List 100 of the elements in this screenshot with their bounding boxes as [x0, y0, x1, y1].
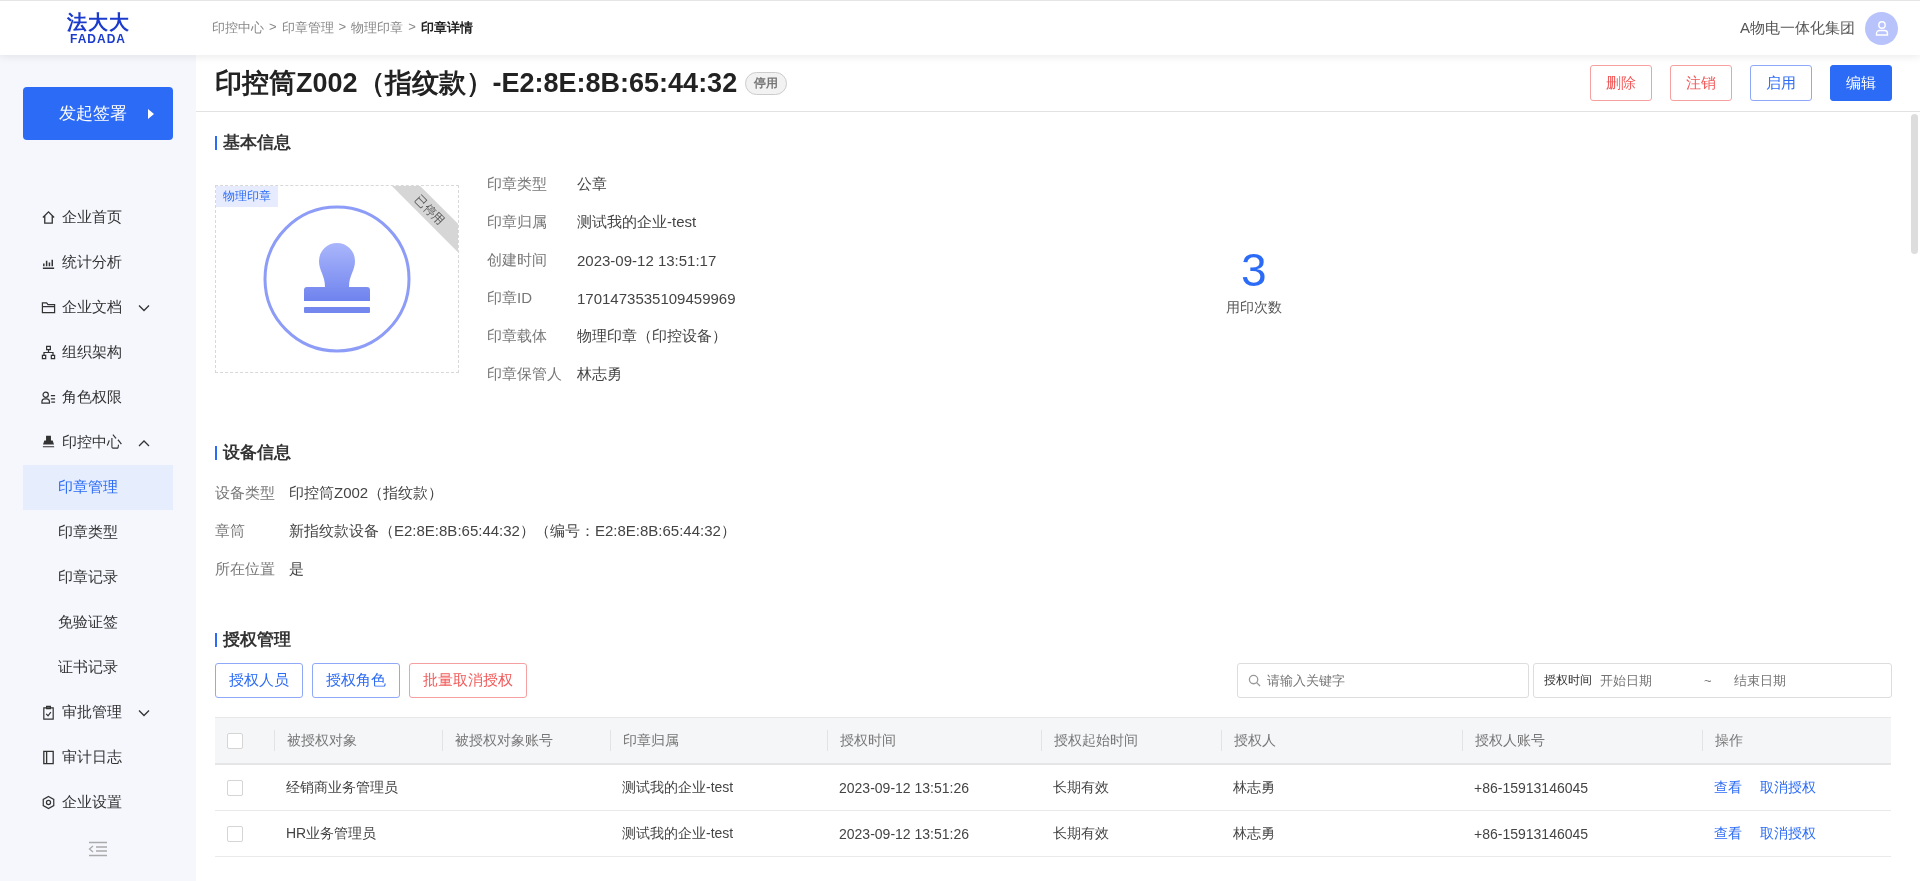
chevron-down-icon: [138, 708, 150, 717]
table-cell: 长期有效: [1053, 778, 1109, 797]
field-value: 公章: [577, 175, 607, 194]
field-value: 2023-09-12 13:51:17: [577, 252, 717, 269]
action-button[interactable]: 编辑: [1830, 65, 1892, 101]
column-header: 授权起始时间: [1054, 731, 1138, 750]
action-link[interactable]: 查看: [1714, 824, 1742, 843]
page-title: 印控筒Z002（指纹款）-E2:8E:8B:65:44:32: [215, 67, 738, 100]
nav-item[interactable]: 统计分析: [23, 240, 173, 285]
breadcrumb-separator: >: [269, 19, 277, 36]
field-label: 印章保管人: [487, 365, 563, 384]
usage-label: 用印次数: [1225, 299, 1282, 317]
avatar[interactable]: [1865, 11, 1898, 45]
table-cell: 长期有效: [1053, 824, 1109, 843]
toolbar-button[interactable]: 批量取消授权: [409, 663, 527, 698]
company-name[interactable]: A物电一体化集团: [1740, 18, 1855, 38]
checkbox[interactable]: [227, 779, 243, 796]
field-label: 所在位置: [215, 560, 276, 579]
table-cell: 测试我的企业-test: [622, 824, 734, 843]
action-button[interactable]: 启用: [1750, 65, 1812, 101]
action-link[interactable]: 查看: [1714, 778, 1742, 797]
checkbox[interactable]: [227, 732, 243, 749]
book-icon: [41, 750, 56, 765]
end-date-field[interactable]: 结束日期: [1731, 672, 1832, 689]
toolbar-button[interactable]: 授权角色: [312, 663, 400, 698]
table-cell: 林志勇: [1233, 824, 1275, 843]
nav-item[interactable]: 审批管理: [23, 690, 173, 735]
nav-subitem[interactable]: 印章记录: [23, 555, 173, 600]
field-label: 印章归属: [487, 213, 548, 232]
field-value: 物理印章（印控设备）: [577, 327, 727, 346]
usage-count: 3: [1240, 247, 1267, 293]
field-value: 印控筒Z002（指纹款）: [289, 484, 444, 503]
logo-title: 法大大: [66, 11, 130, 32]
table-cell: 林志勇: [1233, 778, 1275, 797]
column-header: 操作: [1715, 731, 1743, 750]
seal-tag: 物理印章: [216, 186, 278, 207]
column-header: 印章归属: [623, 731, 679, 750]
org-chart-icon: [41, 345, 56, 360]
caret-icon: [147, 107, 155, 120]
scrollbar[interactable]: [1911, 114, 1918, 254]
start-signing-button[interactable]: 发起签署: [23, 87, 173, 140]
table-cell: +86-15913146045: [1474, 825, 1589, 842]
home-icon: [41, 210, 56, 225]
field-value: 是: [289, 560, 304, 579]
folder-icon: [41, 300, 56, 315]
nav-item[interactable]: 角色权限: [23, 375, 173, 420]
field-label: 授权时间: [1544, 672, 1592, 689]
table-cell: 测试我的企业-test: [622, 778, 734, 797]
nav-subitem[interactable]: 印章类型: [23, 510, 173, 555]
breadcrumb-separator: >: [338, 19, 347, 36]
range-separator: ~: [1704, 673, 1712, 688]
clipboard-icon: [41, 705, 56, 720]
nav-subitem[interactable]: 免验证签: [23, 600, 173, 645]
nav-subitem[interactable]: 证书记录: [23, 645, 173, 690]
field-label: 印章ID: [487, 289, 533, 308]
breadcrumb-item[interactable]: 印控中心: [212, 19, 264, 37]
field-label: 章筒: [215, 522, 246, 541]
action-link[interactable]: 取消授权: [1760, 824, 1816, 843]
field-value: 林志勇: [577, 365, 622, 384]
stamp-icon: [263, 205, 411, 353]
field-value: 新指纹款设备（E2:8E:8B:65:44:32）（编号：E2:8E:8B:65:44:32）: [289, 522, 736, 541]
nav-item[interactable]: 企业文档: [23, 285, 173, 330]
checkbox[interactable]: [227, 825, 243, 842]
logo-subtitle: FADADA: [70, 32, 126, 45]
chevron-up-icon: [138, 438, 150, 447]
nav-item[interactable]: 审计日志: [23, 735, 173, 780]
table-cell: 2023-09-12 13:51:26: [839, 779, 969, 796]
action-button[interactable]: 删除: [1590, 65, 1652, 101]
nav-item[interactable]: 印控中心: [23, 420, 173, 465]
toolbar-button[interactable]: 授权人员: [215, 663, 303, 698]
user-list-icon: [41, 390, 56, 405]
collapse-menu-icon[interactable]: [88, 841, 108, 857]
user-icon: [1873, 20, 1890, 36]
nav-subitem[interactable]: 印章管理: [23, 465, 173, 510]
section-title: 授权管理: [215, 633, 1892, 647]
table-cell: 2023-09-12 13:51:26: [839, 825, 969, 842]
nav-item[interactable]: 企业首页: [23, 195, 173, 240]
field-label: 创建时间: [487, 251, 548, 270]
breadcrumb-item[interactable]: 物理印章: [351, 19, 404, 37]
field-value: 测试我的企业-test: [577, 213, 697, 232]
column-header: 授权时间: [840, 731, 896, 750]
nav-item[interactable]: 组织架构: [23, 330, 173, 375]
breadcrumb-item[interactable]: 印章管理: [281, 19, 334, 37]
settings-icon: [41, 795, 56, 810]
column-header: 授权人账号: [1475, 731, 1545, 750]
table-cell: +86-15913146045: [1474, 779, 1589, 796]
stamp-icon: [41, 435, 56, 450]
table-cell: 经销商业务管理员: [286, 778, 398, 797]
start-date-field[interactable]: 开始日期: [1598, 672, 1698, 689]
chevron-down-icon: [138, 303, 150, 312]
action-link[interactable]: 取消授权: [1760, 778, 1816, 797]
breadcrumb-separator: >: [408, 19, 416, 36]
column-header: 授权人: [1234, 731, 1276, 750]
search-field[interactable]: 请输入关键字: [1237, 663, 1529, 698]
field-label: 印章类型: [487, 175, 548, 194]
status-tag: 停用: [745, 71, 788, 95]
action-button[interactable]: 注销: [1670, 65, 1732, 101]
field-value: 1701473535109459969: [577, 290, 736, 307]
table-cell: HR业务管理员: [286, 824, 377, 843]
nav-item[interactable]: 企业设置: [23, 780, 173, 825]
